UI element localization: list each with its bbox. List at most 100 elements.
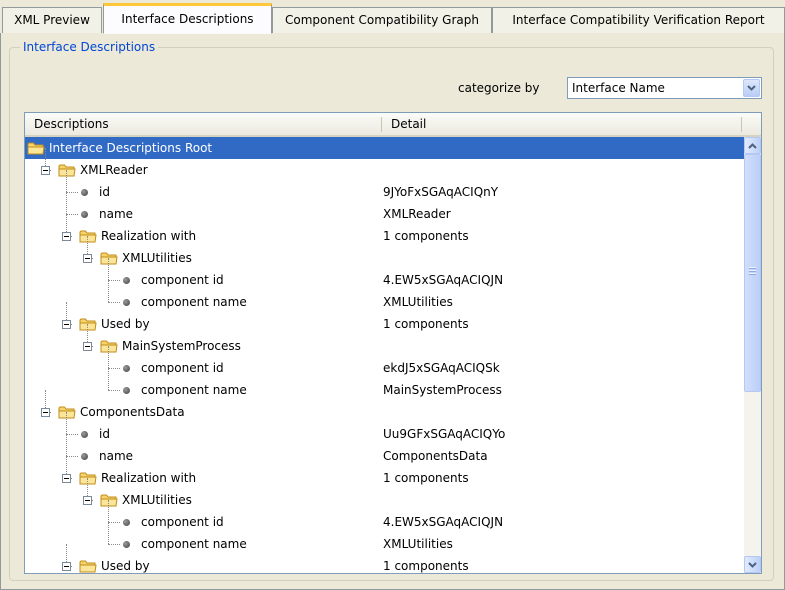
tab-interface-descriptions[interactable]: Interface Descriptions (103, 3, 272, 34)
tree-connector (108, 522, 120, 523)
categorize-by-select[interactable]: Interface Name (567, 77, 762, 99)
tree-row-detail: 4.EW5xSGAqACIQJN (383, 515, 504, 529)
tree-connector (108, 280, 109, 302)
vertical-scrollbar[interactable] (744, 137, 761, 573)
tree-row-detail: XMLUtilities (383, 537, 453, 551)
tree-row-detail: 1 components (383, 559, 469, 573)
folder-icon (58, 405, 76, 419)
tree-row-label: XMLReader (80, 163, 148, 177)
folder-icon (100, 339, 118, 353)
column-header-detail[interactable]: Detail (382, 113, 741, 135)
collapse-toggle-icon[interactable] (83, 496, 92, 505)
tree-row-label: Used by (101, 559, 150, 573)
folder-icon (79, 317, 97, 331)
bullet-icon (123, 519, 130, 526)
tree-row-label: Used by (101, 317, 150, 331)
scroll-up-arrow-icon[interactable] (744, 137, 761, 154)
collapse-toggle-icon[interactable] (83, 254, 92, 263)
tree-connector (108, 544, 120, 545)
tree-connector (66, 192, 67, 214)
tab-component-compatibility-graph[interactable]: Component Compatibility Graph (272, 7, 492, 33)
collapse-toggle-icon[interactable] (41, 166, 50, 175)
tree-row[interactable]: Used by 1 components (25, 302, 744, 335)
tree-connector (66, 434, 78, 435)
tree-row-label: Interface Descriptions Root (49, 141, 213, 155)
collapse-toggle-icon[interactable] (41, 408, 50, 417)
tree-row-label: component id (141, 515, 224, 529)
tree-row[interactable]: XMLUtilities (25, 478, 744, 511)
tree-row[interactable]: MainSystemProcess (25, 324, 744, 357)
tree-row[interactable]: component name XMLUtilities (25, 522, 744, 555)
tree-row[interactable]: XMLReader (25, 148, 744, 181)
table-header: Descriptions Detail (25, 113, 761, 137)
tree-row-label: Realization with (101, 229, 197, 243)
collapse-toggle-icon[interactable] (62, 474, 71, 483)
bullet-icon (81, 453, 88, 460)
tree-row-label: XMLUtilities (122, 251, 192, 265)
tree-connector (66, 214, 78, 215)
tree-connector (108, 280, 120, 281)
descriptions-table: Descriptions Detail Interface Descriptio… (24, 112, 762, 574)
tree-row-label: name (99, 207, 134, 221)
tab-xml-preview[interactable]: XML Preview (2, 7, 102, 33)
tree-row[interactable]: ComponentsData (25, 390, 744, 423)
column-header-descriptions[interactable]: Descriptions (25, 113, 381, 135)
scroll-down-arrow-icon[interactable] (744, 556, 761, 573)
bullet-icon (123, 365, 130, 372)
tree-connector (108, 258, 109, 280)
tree-connector (108, 346, 109, 368)
interface-descriptions-panel: Interface Descriptions categorize by Int… (0, 33, 785, 590)
tree-rows: Interface Descriptions Root XMLReader id 9… (25, 137, 744, 573)
tree-row-detail: MainSystemProcess (383, 383, 502, 397)
tree-row-detail: Uu9GFxSGAqACIQYo (383, 427, 506, 441)
folder-icon (58, 163, 76, 177)
tree-row-label: name (99, 449, 134, 463)
tab-interface-compatibility-verification-report[interactable]: Interface Compatibility Verification Rep… (492, 7, 785, 33)
tree-row[interactable]: Realization with 1 components (25, 214, 744, 247)
tree-row[interactable]: XMLUtilities (25, 236, 744, 269)
tree-row-detail: XMLUtilities (383, 295, 453, 309)
tree-row-detail: 9JYoFxSGAqACIQnY (383, 185, 499, 199)
tree-row[interactable]: Used by 1 components (25, 544, 744, 573)
tree-row[interactable]: name ComponentsData (25, 434, 744, 467)
folder-icon (79, 229, 97, 243)
tree-row[interactable]: Realization with 1 components (25, 456, 744, 489)
collapse-toggle-icon[interactable] (62, 320, 71, 329)
bullet-icon (123, 387, 130, 394)
tree-row-detail: XMLReader (383, 207, 451, 221)
tab-bar: XML Preview Interface Descriptions Compo… (0, 0, 785, 34)
chevron-down-icon[interactable] (743, 79, 760, 97)
bullet-icon (123, 299, 130, 306)
column-divider[interactable] (741, 117, 742, 132)
tree-connector (108, 368, 109, 390)
tree-row-label: XMLUtilities (122, 493, 192, 507)
collapse-toggle-icon[interactable] (62, 562, 71, 571)
interface-descriptions-group: Interface Descriptions categorize by Int… (9, 39, 774, 581)
tree-row[interactable]: component name XMLUtilities (25, 280, 744, 313)
tree-row[interactable]: component id 4.EW5xSGAqACIQJN (25, 258, 744, 291)
tree-row[interactable]: id 9JYoFxSGAqACIQnY (25, 170, 744, 203)
tree-row-label: id (99, 427, 110, 441)
tree-row[interactable]: component id ekdJ5xSGAqACIQSk (25, 346, 744, 379)
collapse-toggle-icon[interactable] (62, 232, 71, 241)
tree-connector (66, 412, 67, 434)
collapse-toggle-icon[interactable] (83, 342, 92, 351)
tree-connector (108, 500, 109, 522)
scrollbar-thumb[interactable] (744, 154, 761, 392)
tree-row-label: component id (141, 273, 224, 287)
tree-row[interactable]: id Uu9GFxSGAqACIQYo (25, 412, 744, 445)
tree-row[interactable]: component id 4.EW5xSGAqACIQJN (25, 500, 744, 533)
tree-connector (66, 170, 67, 192)
tree-row-label: component name (141, 383, 247, 397)
tree-row[interactable]: name XMLReader (25, 192, 744, 225)
tree-row[interactable]: component name MainSystemProcess (25, 368, 744, 401)
tree-connector (66, 456, 78, 457)
tree-row[interactable]: Interface Descriptions Root (25, 137, 744, 159)
tree-row-detail: 4.EW5xSGAqACIQJN (383, 273, 504, 287)
tree-row-label: component name (141, 295, 247, 309)
tree-row-label: Realization with (101, 471, 197, 485)
folder-icon (79, 559, 97, 573)
categorize-by-value: Interface Name (572, 81, 665, 95)
tree-row-label: MainSystemProcess (122, 339, 241, 353)
bullet-icon (81, 211, 88, 218)
